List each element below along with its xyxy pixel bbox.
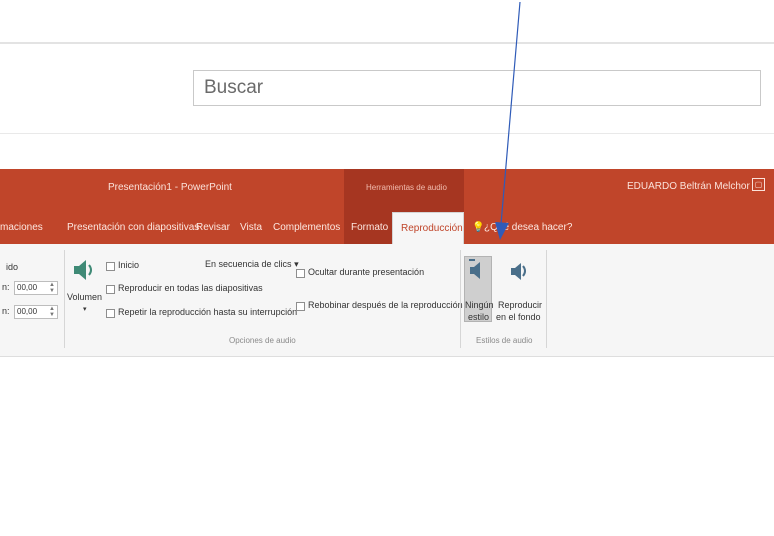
- annotation-arrow: [495, 1, 521, 240]
